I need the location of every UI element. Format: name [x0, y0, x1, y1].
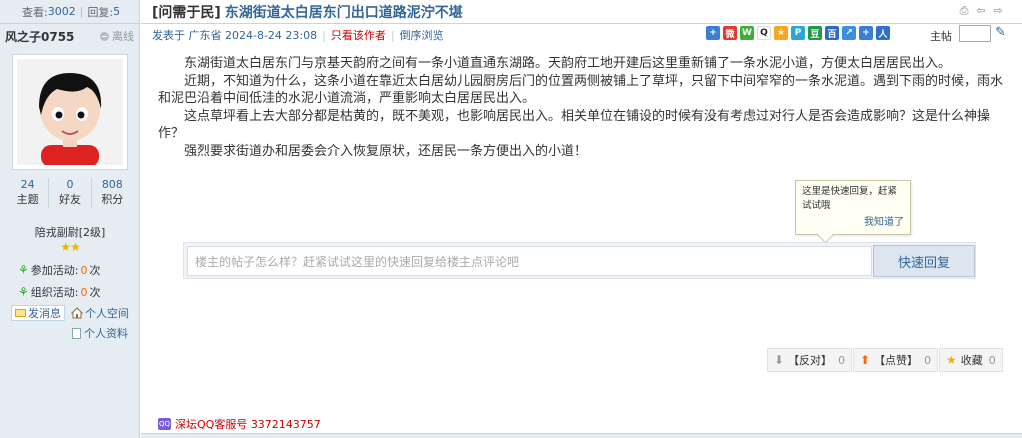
post-meta: 发表于 广东省 2024-8-24 23:08 | 只看该作者 | 倒序浏览: [152, 27, 444, 43]
tooltip-dismiss-link[interactable]: 我知道了: [864, 216, 904, 230]
envelope-icon: [15, 309, 26, 317]
next-thread-icon[interactable]: ⇨: [992, 5, 1004, 17]
douban-icon[interactable]: 豆: [808, 26, 822, 40]
baidu-icon[interactable]: 百: [825, 26, 839, 40]
activity-organized: ⚘ 组织活动: 0 次: [18, 284, 100, 300]
count-value: 24: [20, 178, 35, 191]
count-value: 0: [66, 178, 74, 191]
activity-value: 0: [80, 285, 88, 299]
tooltip-text: 这里是快速回复，赶紧试试哦: [802, 186, 898, 211]
count-label: 积分: [101, 193, 124, 206]
oppose-count: 0: [838, 353, 846, 367]
avatar-image: [17, 59, 123, 165]
count-friends[interactable]: 0 好友: [49, 178, 92, 208]
post-paragraph: 强烈要求街道办和居委会介入恢复原状，还居民一条方便出入的小道！: [184, 143, 588, 159]
activity-label: 组织活动:: [30, 286, 79, 299]
quick-reply-button[interactable]: 快速回复: [873, 245, 975, 277]
personal-profile-link[interactable]: 个人资料: [72, 325, 128, 341]
document-icon: [72, 327, 81, 339]
favorite-label: 收藏: [960, 354, 983, 367]
favorite-button[interactable]: ★ 收藏 0: [939, 348, 1003, 372]
post-paragraph: 这点草坪看上去大部分都是枯黄的，既不美观，也影响居民出入。相关单位在铺设的时候有…: [158, 108, 991, 142]
quick-reply-input[interactable]: 楼主的帖子怎么样？赶紧试试这里的快速回复给楼主点评论吧: [187, 246, 872, 276]
divider: [141, 433, 1022, 438]
stats-separator: |: [79, 5, 84, 18]
activity-value: 0: [80, 263, 88, 277]
thread-header: [问需于民] 东湖街道太白居东门出口道路泥泞不堪 ⎙ ⇦ ⇨: [141, 0, 1022, 24]
reverse-order-link[interactable]: 倒序浏览: [400, 27, 444, 43]
bookmark-icon[interactable]: ↗: [842, 26, 856, 40]
replies-count: 5: [113, 5, 121, 18]
activity-unit: 次: [89, 286, 101, 299]
add-icon[interactable]: +: [859, 26, 873, 40]
online-status-label: 离线: [112, 30, 134, 43]
qq-service-link[interactable]: QQ 深坛QQ客服号 3372143757: [158, 416, 321, 432]
floor-label: 主帖: [930, 30, 952, 43]
personal-space-label: 个人空间: [85, 307, 129, 320]
count-points[interactable]: 808 积分: [92, 178, 133, 208]
like-button[interactable]: ⬆ 【点赞】 0: [853, 348, 939, 372]
post-paragraph: 近期，不知道为什么，这条小道在靠近太白居幼儿园厨房后门的位置两侧被铺上了草坪，只…: [158, 73, 1004, 107]
views-label: 查看:: [22, 5, 48, 19]
user-rank: 陪戎副尉[2级]: [34, 226, 106, 239]
count-value: 808: [101, 178, 123, 191]
personal-profile-label: 个人资料: [84, 327, 128, 340]
down-arrow-icon: ⬇: [774, 353, 785, 367]
thread-category[interactable]: [问需于民]: [152, 2, 221, 22]
like-label: 【点赞】: [874, 354, 919, 367]
author-counts: 24 主题 0 好友 808 积分: [7, 178, 133, 208]
jump-go-icon[interactable]: ✎: [995, 26, 1009, 40]
floor-jump-input[interactable]: [959, 25, 991, 42]
author-only-link[interactable]: 只看该作者: [331, 27, 386, 43]
count-topics[interactable]: 24 主题: [7, 178, 50, 208]
rank-stars-icon: ★★: [60, 240, 81, 254]
person-icon[interactable]: 人: [876, 26, 890, 40]
send-message-label: 发消息: [28, 307, 61, 320]
house-icon: [71, 307, 83, 319]
qq-service-icon: QQ: [158, 418, 171, 430]
renren-icon[interactable]: P: [791, 26, 805, 40]
runner-icon: ⚘: [18, 285, 29, 299]
oppose-label: 【反对】: [788, 354, 833, 367]
count-label: 好友: [58, 193, 81, 206]
wechat-icon[interactable]: W: [740, 26, 754, 40]
activity-label: 参加活动:: [30, 264, 79, 277]
personal-space-link[interactable]: 个人空间: [71, 305, 129, 321]
quick-reply-tooltip: 这里是快速回复，赶紧试试哦 我知道了: [795, 180, 911, 235]
previous-thread-icon[interactable]: ⇦: [975, 5, 987, 17]
offline-icon: [100, 31, 109, 41]
replies-label: 回复:: [87, 5, 114, 19]
qq-icon[interactable]: Q: [757, 26, 771, 40]
favorite-count: 0: [988, 353, 996, 367]
send-message-button[interactable]: 发消息: [11, 305, 65, 321]
thread-stats: 查看: 3002 | 回复: 5: [0, 0, 139, 24]
qzone-icon[interactable]: ★: [774, 26, 788, 40]
share-plus-icon[interactable]: +: [706, 26, 720, 40]
quick-reply-box: 楼主的帖子怎么样？赶紧试试这里的快速回复给楼主点评论吧 快速回复: [183, 242, 976, 279]
views-count: 3002: [47, 5, 76, 18]
like-count: 0: [924, 353, 932, 367]
share-bar: + 微 W Q ★ P 豆 百 ↗ + 人: [706, 26, 890, 40]
post-body: 东湖街道太白居东门与京基天韵府之间有一条小道直通东湖路。天韵府工地开建后这里重新…: [158, 55, 1004, 160]
oppose-button[interactable]: ⬇ 【反对】 0: [767, 348, 853, 372]
weibo-icon[interactable]: 微: [723, 26, 737, 40]
avatar-frame[interactable]: [12, 54, 128, 170]
up-arrow-icon: ⬆: [860, 353, 871, 367]
count-label: 主题: [16, 193, 39, 206]
author-name[interactable]: 风之子0755: [5, 28, 74, 45]
author-sidebar: 查看: 3002 | 回复: 5 风之子0755 离线 24 主题 0 好友 8…: [0, 0, 140, 438]
star-icon: ★: [946, 353, 957, 367]
thread-title[interactable]: 东湖街道太白居东门出口道路泥泞不堪: [225, 2, 463, 22]
print-icon[interactable]: ⎙: [958, 5, 970, 17]
runner-icon: ⚘: [18, 263, 29, 277]
post-paragraph: 东湖街道太白居东门与京基天韵府之间有一条小道直通东湖路。天韵府工地开建后这里重新…: [184, 56, 952, 71]
qq-service-label: 深坛QQ客服号 3372143757: [175, 418, 321, 431]
online-status: 离线: [100, 28, 134, 44]
post-date: 发表于 广东省 2024-8-24 23:08: [152, 29, 318, 42]
activity-unit: 次: [89, 264, 101, 277]
avatar[interactable]: [17, 59, 123, 165]
activity-joined: ⚘ 参加活动: 0 次: [18, 262, 100, 278]
